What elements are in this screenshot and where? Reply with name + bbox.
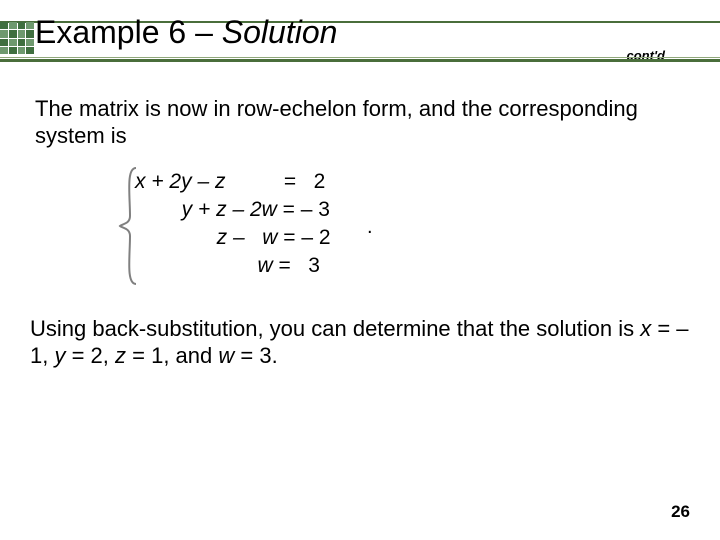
eq4-eq: = [279,254,303,277]
p2-text-c: = 2, [65,343,115,368]
page-number: 26 [671,502,690,522]
logo-icon [0,22,34,54]
header-rule-bottom [0,57,720,62]
p2-var-z: z [115,343,126,368]
p2-var-w: w [218,343,234,368]
eq1-lhs: x + 2y – z [135,170,284,193]
eq1-eq: = [284,170,308,193]
eq4-rhs: 3 [302,254,320,277]
eq3-eq: = [283,226,301,249]
equation-row-3: z – w = – 2 [135,226,331,254]
p2-text-e: = 3. [234,343,277,368]
slide-title: Example 6 – Solution [35,14,337,51]
eq1-rhs: 2 [308,170,326,193]
title-prefix: Example 6 [35,14,186,50]
eq3-lhs: z – w [135,226,283,249]
eq4-lhs: w [135,254,279,277]
paragraph-conclusion: Using back-substitution, you can determi… [30,315,700,369]
equation-system: x + 2y – z = 2 y + z – 2w = – 3 z – w = … [135,170,331,282]
eq2-lhs: y + z – 2w [135,198,283,221]
equation-period: . [367,216,373,239]
paragraph-intro: The matrix is now in row-echelon form, a… [35,95,675,149]
p2-var-x: x [640,316,651,341]
title-suffix: Solution [222,14,338,50]
equation-row-2: y + z – 2w = – 3 [135,198,331,226]
eq2-eq: = [283,198,301,221]
p2-var-y: y [54,343,65,368]
equation-row-1: x + 2y – z = 2 [135,170,331,198]
p2-text-d: = 1, and [126,343,218,368]
title-dash: – [186,14,222,50]
p2-text-a: Using back-substitution, you can determi… [30,316,640,341]
eq2-rhs: – 3 [301,198,330,221]
equation-row-4: w = 3 [135,254,331,282]
eq3-rhs: – 2 [301,226,330,249]
